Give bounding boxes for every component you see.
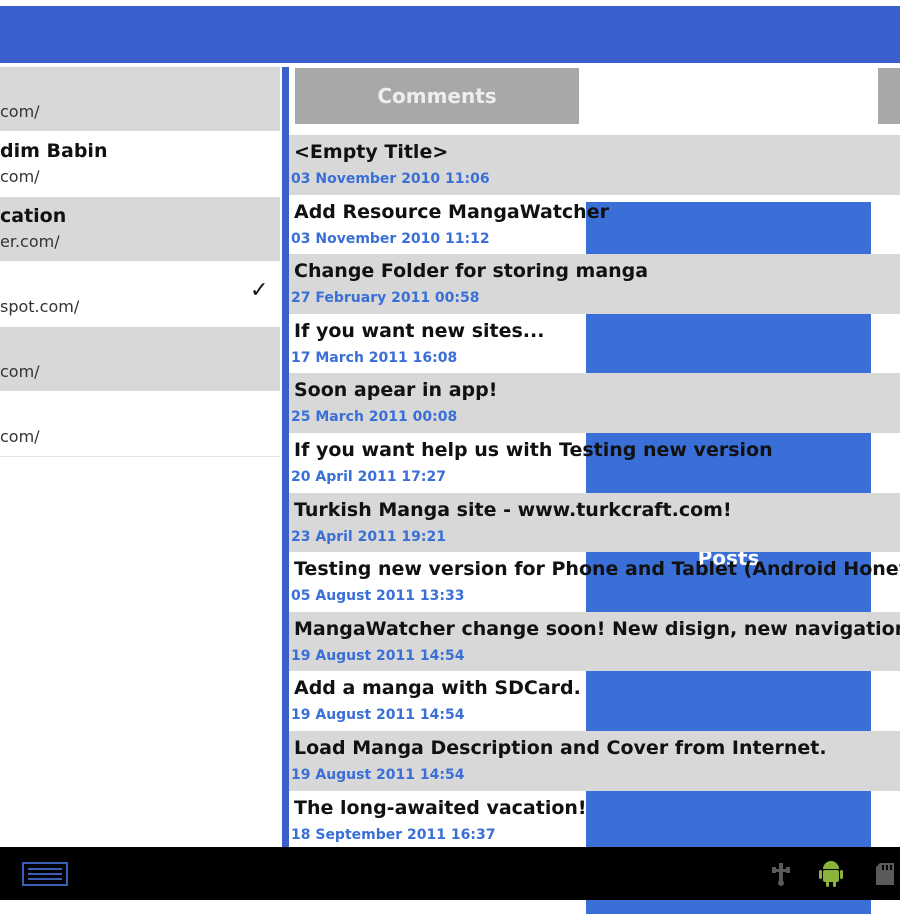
post-title: Load Manga Description and Cover from In…	[294, 737, 827, 759]
post-title: If you want help us with Testing new ver…	[294, 439, 773, 461]
post-item[interactable]: Change Folder for storing manga 27 Febru…	[289, 254, 900, 314]
action-bar-fill	[0, 6, 900, 63]
post-title: <Empty Title>	[294, 141, 449, 163]
post-date: 20 April 2011 17:27	[291, 469, 446, 485]
list-divider	[0, 456, 280, 457]
posts-list: <Empty Title> 03 November 2010 11:06 Add…	[289, 135, 900, 847]
post-date: 19 August 2011 14:54	[291, 767, 465, 783]
site-url: com/	[0, 427, 40, 446]
site-url: spot.com/	[0, 297, 80, 316]
site-list-item[interactable]: dim Babin com/	[0, 132, 280, 196]
post-item[interactable]: MangaWatcher change soon! New disign, ne…	[289, 611, 900, 672]
post-item[interactable]: Soon apear in app! 25 March 2011 00:08	[289, 373, 900, 433]
tab-bar: Comments Posts	[289, 67, 900, 914]
post-date: 25 March 2011 00:08	[291, 409, 458, 426]
post-item[interactable]: Add Resource MangaWatcher 03 November 20…	[289, 195, 900, 255]
post-date: 19 August 2011 14:54	[291, 707, 465, 724]
post-date: 18 September 2011 16:37	[291, 826, 496, 843]
post-date: 17 March 2011 16:08	[291, 349, 458, 366]
post-date: 03 November 2010 11:12	[291, 230, 490, 247]
site-list-item[interactable]: com/	[0, 67, 280, 131]
post-title: Add Resource MangaWatcher	[294, 200, 609, 223]
post-title: If you want new sites...	[294, 319, 545, 342]
post-item[interactable]: The long-awaited vacation! 18 September …	[289, 791, 900, 847]
site-list-item-selected[interactable]: spot.com/ ✓	[0, 262, 280, 326]
site-url: er.com/	[0, 232, 60, 251]
checkmark-icon: ✓	[250, 278, 269, 303]
post-date: 05 August 2011 13:33	[291, 588, 465, 605]
post-item[interactable]: If you want new sites... 17 March 2011 1…	[289, 314, 900, 374]
site-list-item[interactable]: cation er.com/	[0, 197, 280, 261]
post-title: Turkish Manga site - www.turkcraft.com!	[294, 498, 732, 521]
site-url: com/	[0, 102, 40, 121]
post-item[interactable]: Testing new version for Phone and Tablet…	[289, 552, 900, 612]
site-list: com/ dim Babin com/ cation er.com/ spot.…	[0, 67, 282, 847]
android-debug-icon	[819, 861, 843, 887]
post-title: Add a manga with SDCard.	[294, 677, 581, 700]
post-title: The long-awaited vacation!	[294, 796, 587, 819]
site-url: com/	[0, 362, 40, 381]
post-date: 19 August 2011 14:54	[291, 647, 465, 664]
post-item[interactable]: Load Manga Description and Cover from In…	[289, 731, 900, 791]
site-list-item[interactable]: com/	[0, 327, 280, 391]
pane-divider[interactable]	[282, 67, 289, 847]
post-title: MangaWatcher change soon! New disign, ne…	[294, 617, 900, 640]
site-title: cation	[0, 205, 67, 227]
usb-icon	[772, 863, 790, 886]
tab-comments[interactable]: Comments	[295, 68, 579, 124]
site-list-item[interactable]: com/	[0, 392, 280, 456]
post-item[interactable]: Add a manga with SDCard. 19 August 2011 …	[289, 671, 900, 731]
post-title: Testing new version for Phone and Tablet…	[294, 558, 900, 581]
action-bar	[0, 0, 900, 67]
system-nav-bar	[0, 847, 900, 900]
post-item[interactable]: Turkish Manga site - www.turkcraft.com! …	[289, 492, 900, 553]
post-title: Soon apear in app!	[294, 379, 498, 402]
post-title: Change Folder for storing manga	[294, 260, 649, 283]
post-item[interactable]: <Empty Title> 03 November 2010 11:06	[289, 135, 900, 195]
post-date: 03 November 2010 11:06	[291, 171, 490, 187]
keyboard-icon[interactable]	[22, 862, 68, 886]
post-item[interactable]: If you want help us with Testing new ver…	[289, 433, 900, 493]
post-date: 23 April 2011 19:21	[291, 528, 446, 545]
post-date: 27 February 2011 00:58	[291, 290, 480, 307]
sd-card-icon	[876, 863, 894, 885]
site-title: dim Babin	[0, 140, 108, 162]
tab-more[interactable]	[878, 68, 900, 124]
site-url: com/	[0, 167, 40, 186]
